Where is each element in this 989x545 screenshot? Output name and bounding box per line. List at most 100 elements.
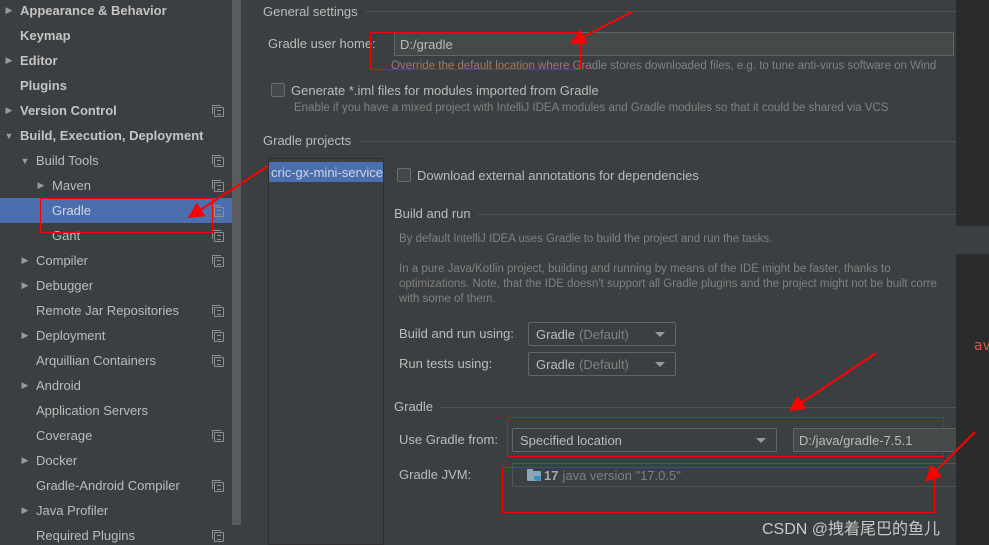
chevron-right-icon[interactable]: ▶ <box>20 380 30 391</box>
sidebar-item-docker[interactable]: ▶ Docker <box>0 448 241 473</box>
sidebar-item-label: Maven <box>52 178 92 193</box>
chevron-right-icon[interactable]: ▶ <box>36 180 46 191</box>
background-editor: av <box>956 0 989 545</box>
project-level-settings-icon <box>212 230 224 242</box>
project-level-settings-icon <box>212 430 224 442</box>
sidebar-item-label: Version Control <box>20 103 117 118</box>
sidebar-item-deployment[interactable]: ▶ Deployment <box>0 323 241 348</box>
sidebar-item-label: Deployment <box>36 328 106 343</box>
sidebar-item-build-execution-deployment[interactable]: ▼ Build, Execution, Deployment <box>0 123 241 148</box>
gradle-location-value: D:/java/gradle-7.5.1 <box>799 432 913 448</box>
project-level-settings-icon <box>212 255 224 267</box>
build-run-using-label: Build and run using: <box>399 326 514 341</box>
build-run-hint-default: By default IntelliJ IDEA uses Gradle to … <box>399 233 773 245</box>
project-level-settings-icon <box>212 355 224 367</box>
build-run-hint-line2: optimizations. Note, that the IDE doesn'… <box>399 278 937 290</box>
settings-sidebar: ▶ Appearance & Behavior Keymap ▶ Editor Plugi… <box>0 0 241 545</box>
build-run-using-dropdown[interactable]: Gradle (Default) <box>528 322 676 346</box>
sidebar-item-remote-jar-repositories[interactable]: Remote Jar Repositories <box>0 298 241 323</box>
download-annotations-label[interactable]: Download external annotations for depend… <box>417 168 699 183</box>
sidebar-item-label: Editor <box>20 53 58 68</box>
run-tests-using-value: Gradle <box>536 356 576 372</box>
project-level-settings-icon <box>212 305 224 317</box>
use-gradle-from-value: Specified location <box>520 432 622 448</box>
project-level-settings-icon <box>212 205 224 217</box>
gradle-section-title: Gradle <box>394 399 434 414</box>
generate-iml-checkbox[interactable] <box>271 83 285 97</box>
use-gradle-from-label: Use Gradle from: <box>399 432 498 447</box>
sidebar-item-android[interactable]: ▶ Android <box>0 373 241 398</box>
chevron-down-icon[interactable]: ▼ <box>4 131 14 141</box>
sidebar-item-gradle[interactable]: Gradle <box>0 198 241 223</box>
sidebar-item-gant[interactable]: Gant <box>0 223 241 248</box>
project-level-settings-icon <box>212 530 224 542</box>
gradle-user-home-hint: Override the default location where Grad… <box>391 60 937 72</box>
project-item[interactable]: cric-gx-mini-service <box>269 162 383 182</box>
chevron-right-icon[interactable]: ▶ <box>20 280 30 291</box>
watermark: CSDN @拽着尾巴的鱼儿 <box>762 521 941 538</box>
build-run-using-value: Gradle <box>536 326 576 342</box>
gradle-jvm-version: 17 <box>544 467 559 483</box>
sidebar-item-compiler[interactable]: ▶ Compiler <box>0 248 241 273</box>
general-settings-separator <box>366 11 956 12</box>
sidebar-item-label: Coverage <box>36 428 93 443</box>
background-code-snippet: av <box>974 338 989 354</box>
general-settings-title: General settings <box>263 4 358 19</box>
sidebar-scrollbar[interactable] <box>232 0 241 525</box>
gradle-jvm-separator <box>512 486 956 487</box>
sidebar-item-label: Android <box>36 378 81 393</box>
sidebar-item-appearance-behavior[interactable]: ▶ Appearance & Behavior <box>0 0 241 23</box>
sidebar-item-arquillian-containers[interactable]: Arquillian Containers <box>0 348 241 373</box>
gradle-projects-list: cric-gx-mini-service <box>268 158 384 545</box>
chevron-down-icon <box>655 332 665 337</box>
gradle-location-input[interactable]: D:/java/gradle-7.5.1 <box>793 428 956 452</box>
sidebar-item-label: Gradle <box>52 203 92 218</box>
use-gradle-from-dropdown[interactable]: Specified location <box>512 428 777 452</box>
sidebar-item-java-profiler[interactable]: ▶ Java Profiler <box>0 498 241 523</box>
run-tests-using-label: Run tests using: <box>399 356 493 371</box>
sidebar-item-coverage[interactable]: Coverage <box>0 423 241 448</box>
gradle-jvm-label: Gradle JVM: <box>399 467 472 482</box>
chevron-right-icon[interactable]: ▶ <box>20 505 30 516</box>
sidebar-item-maven[interactable]: ▶ Maven <box>0 173 241 198</box>
project-level-settings-icon <box>212 105 224 117</box>
generate-iml-hint: Enable if you have a mixed project with … <box>294 102 889 114</box>
generate-iml-label[interactable]: Generate *.iml files for modules importe… <box>291 83 599 98</box>
project-level-settings-icon <box>212 330 224 342</box>
gradle-user-home-value: D:/gradle <box>400 36 453 52</box>
sidebar-item-label: Plugins <box>20 78 67 93</box>
sidebar-item-editor[interactable]: ▶ Editor <box>0 48 241 73</box>
sidebar-item-keymap[interactable]: Keymap <box>0 23 241 48</box>
sidebar-item-application-servers[interactable]: Application Servers <box>0 398 241 423</box>
chevron-right-icon[interactable]: ▶ <box>20 330 30 341</box>
download-annotations-checkbox[interactable] <box>397 168 411 182</box>
run-tests-using-default-tag: (Default) <box>579 356 629 372</box>
project-level-settings-icon <box>212 480 224 492</box>
chevron-down-icon <box>655 362 665 367</box>
build-run-hint-line3: with some of them. <box>399 293 496 305</box>
chevron-right-icon[interactable]: ▶ <box>4 55 14 66</box>
run-tests-using-dropdown[interactable]: Gradle (Default) <box>528 352 676 376</box>
sidebar-item-label: Build Tools <box>36 153 99 168</box>
sidebar-item-plugins[interactable]: Plugins <box>0 73 241 98</box>
build-and-run-separator <box>478 214 956 215</box>
sidebar-item-version-control[interactable]: ▶ Version Control <box>0 98 241 123</box>
sidebar-item-label: Compiler <box>36 253 89 268</box>
sidebar-item-gradle-android-compiler[interactable]: Gradle-Android Compiler <box>0 473 241 498</box>
chevron-right-icon[interactable]: ▶ <box>4 105 14 116</box>
gradle-user-home-input[interactable]: D:/gradle <box>394 32 954 56</box>
gradle-user-home-label: Gradle user home: <box>268 36 376 51</box>
chevron-right-icon[interactable]: ▶ <box>20 255 30 266</box>
sidebar-item-debugger[interactable]: ▶ Debugger <box>0 273 241 298</box>
sidebar-item-label: Application Servers <box>36 403 148 418</box>
project-level-settings-icon <box>212 180 224 192</box>
sidebar-divider[interactable] <box>241 0 249 545</box>
sidebar-item-label: Gradle-Android Compiler <box>36 478 180 493</box>
gradle-jvm-dropdown[interactable]: 17 java version "17.0.5" <box>512 463 956 487</box>
chevron-right-icon[interactable]: ▶ <box>4 5 14 16</box>
sidebar-item-required-plugins[interactable]: Required Plugins <box>0 523 241 545</box>
chevron-right-icon[interactable]: ▶ <box>20 455 30 466</box>
sidebar-item-build-tools[interactable]: ▼ Build Tools <box>0 148 241 173</box>
chevron-down-icon[interactable]: ▼ <box>20 156 30 166</box>
sidebar-item-label: Keymap <box>20 28 71 43</box>
